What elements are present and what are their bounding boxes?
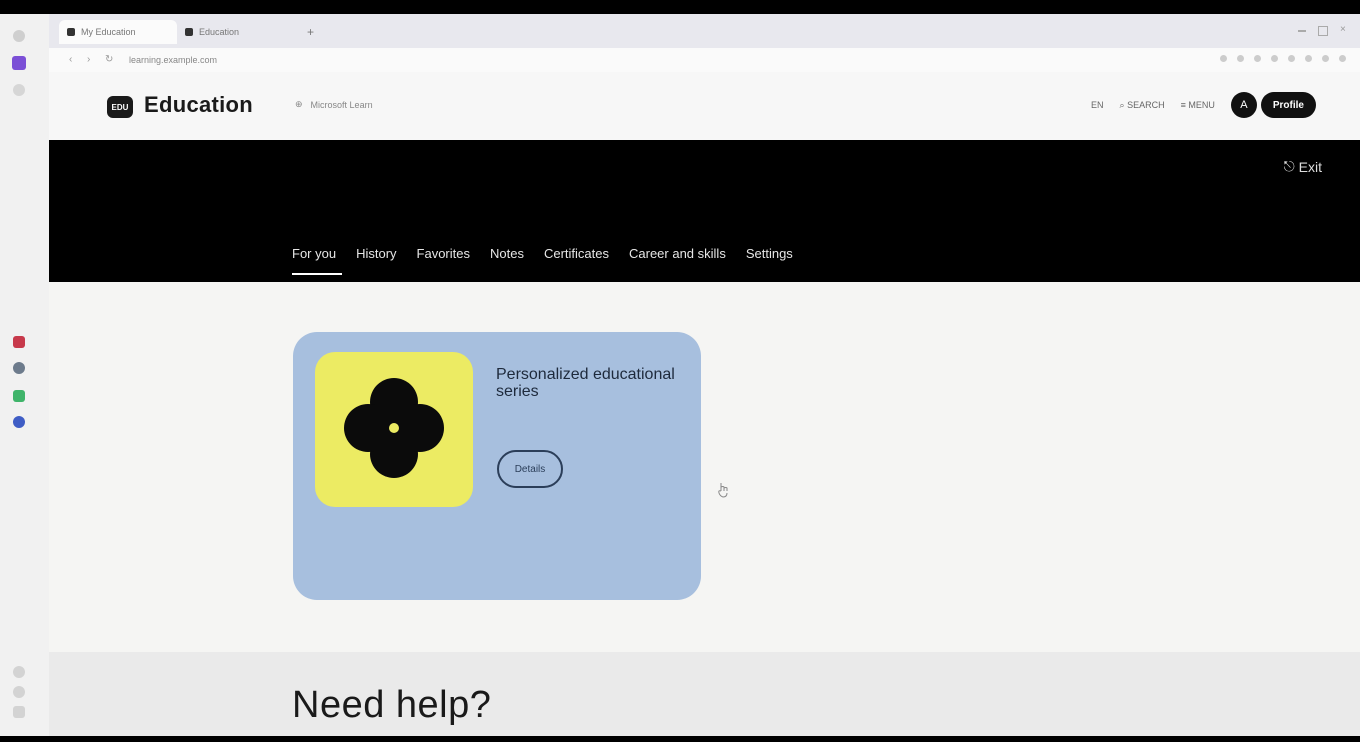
app-green-icon[interactable] (13, 390, 25, 402)
extension-icon[interactable] (1271, 55, 1278, 62)
profile-button[interactable]: Profile (1260, 92, 1316, 118)
exit-button[interactable]: ⎋ Exit (1284, 158, 1322, 175)
menu-icon[interactable] (1339, 55, 1346, 62)
app-blue-icon[interactable] (13, 416, 25, 428)
menu-label: MENU (1188, 100, 1215, 110)
tab-favorites[interactable]: Favorites (417, 246, 470, 275)
url-input[interactable]: learning.example.com (129, 52, 369, 68)
header-actions: EN ⌕ SEARCH ≡ MENU A Profile (1091, 92, 1316, 118)
workspace-icon[interactable] (12, 56, 26, 70)
browser-tab[interactable]: Education (177, 20, 299, 44)
address-bar: ‹ › ↻ learning.example.com (49, 48, 1360, 73)
logo-icon[interactable]: EDU (107, 96, 133, 118)
settings-icon[interactable] (13, 686, 25, 698)
help-section: Need help? (49, 652, 1360, 736)
tab-label: My Education (81, 27, 136, 37)
maximize-icon[interactable] (1318, 26, 1328, 36)
tab-strip: My Education Education + × (49, 14, 1360, 48)
tab-favicon-icon (67, 28, 75, 36)
more-icon[interactable] (13, 706, 25, 718)
main-content: Personalized educational series Details … (49, 282, 1360, 736)
details-button[interactable]: Details (497, 450, 563, 488)
avatar[interactable]: A (1230, 92, 1257, 118)
hero-band: ⎋ Exit For you History Favorites Notes C… (49, 140, 1360, 282)
back-icon[interactable]: ‹ (69, 54, 72, 65)
app-red-icon[interactable] (13, 336, 25, 348)
tab-career-and-skills[interactable]: Career and skills (629, 246, 726, 275)
header-subtitle-text: Microsoft Learn (310, 99, 373, 110)
site-header: EDU Education ⊕ Microsoft Learn EN ⌕ SEA… (49, 72, 1360, 140)
window-controls: × (1298, 25, 1348, 36)
browser-sidebar (0, 14, 50, 736)
menu-button[interactable]: ≡ MENU (1181, 100, 1215, 110)
extension-icon[interactable] (1305, 55, 1312, 62)
tab-settings[interactable]: Settings (746, 246, 793, 275)
series-card[interactable]: Personalized educational series Details (293, 332, 701, 600)
extension-icon[interactable] (1237, 55, 1244, 62)
browser-tab-active[interactable]: My Education (59, 20, 177, 44)
minimize-icon[interactable] (1298, 30, 1306, 32)
help-title: Need help? (292, 684, 492, 726)
tab-history[interactable]: History (356, 246, 396, 275)
history-icon[interactable] (13, 84, 25, 96)
globe-icon: ⊕ (295, 99, 303, 109)
extension-icon[interactable] (1254, 55, 1261, 62)
search-button[interactable]: ⌕ SEARCH (1120, 100, 1165, 111)
profile-nav-tabs: For you History Favorites Notes Certific… (292, 246, 793, 275)
brand-title[interactable]: Education (144, 92, 253, 118)
search-icon: ⌕ (1119, 99, 1128, 110)
tab-certificates[interactable]: Certificates (544, 246, 609, 275)
close-icon[interactable]: × (1340, 25, 1348, 35)
header-subtitle[interactable]: ⊕ Microsoft Learn (295, 99, 373, 110)
tab-label: Education (199, 27, 240, 37)
tab-favicon-icon (185, 28, 193, 36)
exit-icon: ⎋ (1283, 158, 1295, 174)
profile-icon[interactable] (1322, 55, 1329, 62)
app-gray-icon[interactable] (13, 362, 25, 374)
card-title: Personalized educational series (496, 366, 675, 400)
tab-notes[interactable]: Notes (490, 246, 524, 275)
hand-cursor-icon (718, 483, 728, 498)
new-tab-button[interactable]: + (301, 20, 323, 44)
reload-icon[interactable]: ↻ (105, 54, 113, 65)
extension-icon[interactable] (1220, 55, 1227, 62)
extension-icon[interactable] (1288, 55, 1295, 62)
language-selector[interactable]: EN (1091, 100, 1104, 110)
add-icon[interactable] (13, 666, 25, 678)
back-history-icon[interactable] (13, 30, 25, 42)
exit-label: Exit (1298, 158, 1322, 175)
flower-icon (344, 378, 444, 478)
search-label: SEARCH (1127, 99, 1165, 110)
card-thumbnail (315, 352, 473, 507)
tab-for-you[interactable]: For you (292, 246, 343, 275)
toolbar-icons (1220, 55, 1346, 62)
forward-icon[interactable]: › (87, 54, 90, 65)
